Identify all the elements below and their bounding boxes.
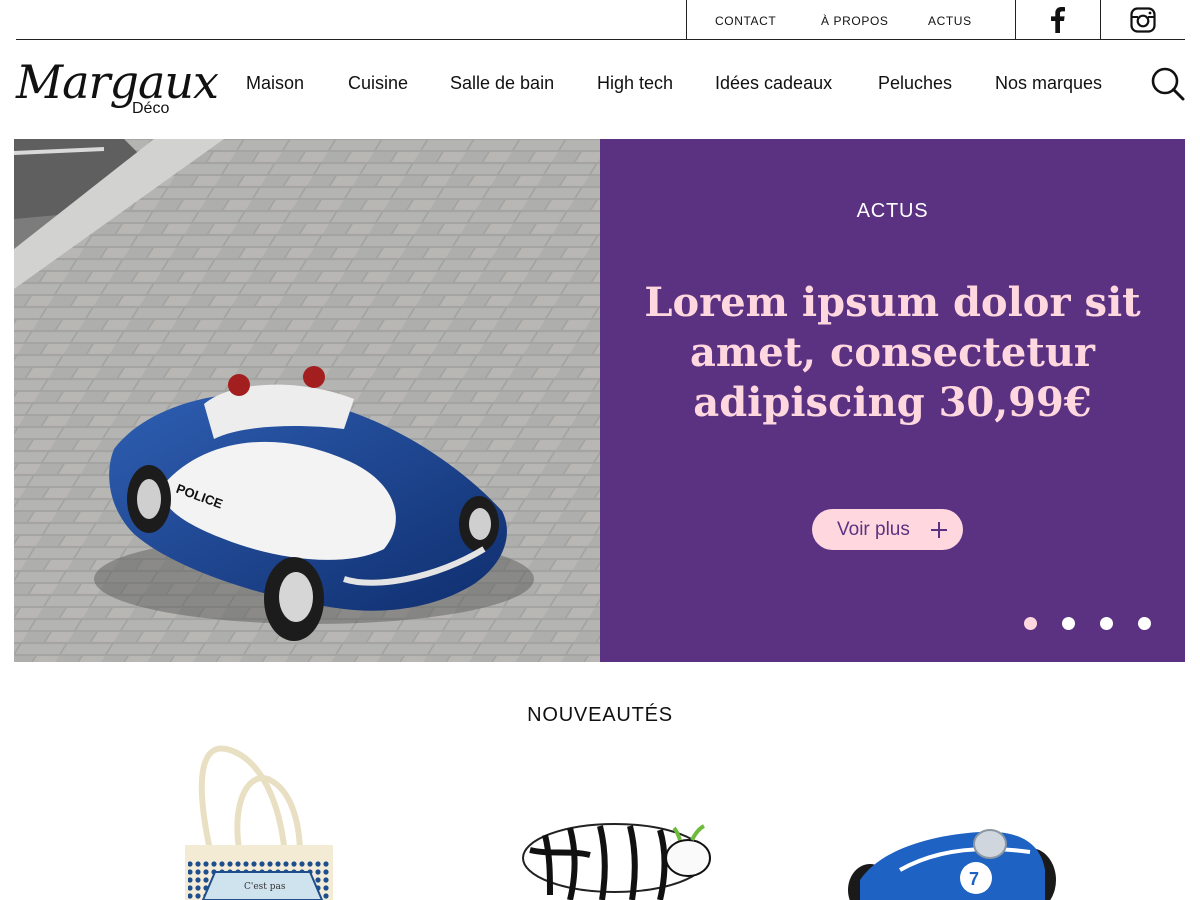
product-image-race-car: 7 xyxy=(848,829,1056,900)
utility-link-actus[interactable]: ACTUS xyxy=(928,14,972,28)
nav-item-maison[interactable]: Maison xyxy=(246,73,304,94)
nav-item-peluches[interactable]: Peluches xyxy=(878,73,952,94)
product-card-race-car[interactable]: 7 xyxy=(840,740,1060,900)
nav-item-high-tech[interactable]: High tech xyxy=(597,73,673,94)
product-image-tote-bag: C'est pas xyxy=(185,745,333,900)
search-button[interactable] xyxy=(1150,66,1186,102)
slider-dot-1[interactable] xyxy=(1024,617,1037,630)
utility-bar: CONTACT À PROPOS ACTUS xyxy=(16,0,1185,40)
instagram-link[interactable] xyxy=(1100,0,1185,39)
facebook-link[interactable] xyxy=(1015,0,1100,39)
facebook-icon xyxy=(1051,6,1065,33)
slider-dot-2[interactable] xyxy=(1062,617,1075,630)
nav-item-idees-cadeaux[interactable]: Idées cadeaux xyxy=(715,73,832,94)
slider-dot-3[interactable] xyxy=(1100,617,1113,630)
utility-link-a-propos[interactable]: À PROPOS xyxy=(821,14,888,28)
plus-icon xyxy=(931,522,947,538)
voir-plus-label: Voir plus xyxy=(837,518,910,540)
hero-title: Lorem ipsum dolor sit amet, consectetur … xyxy=(644,279,1141,426)
hero-image-police-car: POLICE xyxy=(14,139,600,662)
product-card-tote-bag[interactable]: C'est pas xyxy=(170,740,350,900)
utility-link-contact[interactable]: CONTACT xyxy=(715,14,776,28)
nav-item-cuisine[interactable]: Cuisine xyxy=(348,73,408,94)
race-car-number: 7 xyxy=(969,869,979,889)
search-icon xyxy=(1151,67,1185,101)
nav-item-nos-marques[interactable]: Nos marques xyxy=(995,73,1102,94)
hero-content-panel: ACTUS Lorem ipsum dolor sit amet, consec… xyxy=(600,139,1185,662)
tote-bag-text: C'est pas xyxy=(244,882,286,892)
section-title-nouveautes: NOUVEAUTÉS xyxy=(527,704,673,726)
voir-plus-button[interactable]: Voir plus xyxy=(812,509,963,550)
brand-sub: Déco xyxy=(132,100,170,117)
utility-links: CONTACT À PROPOS ACTUS xyxy=(686,0,1016,39)
slider-dot-4[interactable] xyxy=(1138,617,1151,630)
product-image-zebra xyxy=(522,823,711,900)
nav-item-salle-de-bain[interactable]: Salle de bain xyxy=(450,73,554,94)
product-card-zebra[interactable] xyxy=(510,740,720,900)
brand-logo[interactable]: Margaux Déco xyxy=(16,52,219,124)
slider-pagination xyxy=(600,617,1185,631)
hero-kicker: ACTUS xyxy=(856,200,929,222)
instagram-icon xyxy=(1130,6,1156,33)
hero-slider: POLICE ACTUS Lorem ipsum dolor sit amet,… xyxy=(14,139,1185,662)
brand-name: Margaux xyxy=(16,55,219,109)
